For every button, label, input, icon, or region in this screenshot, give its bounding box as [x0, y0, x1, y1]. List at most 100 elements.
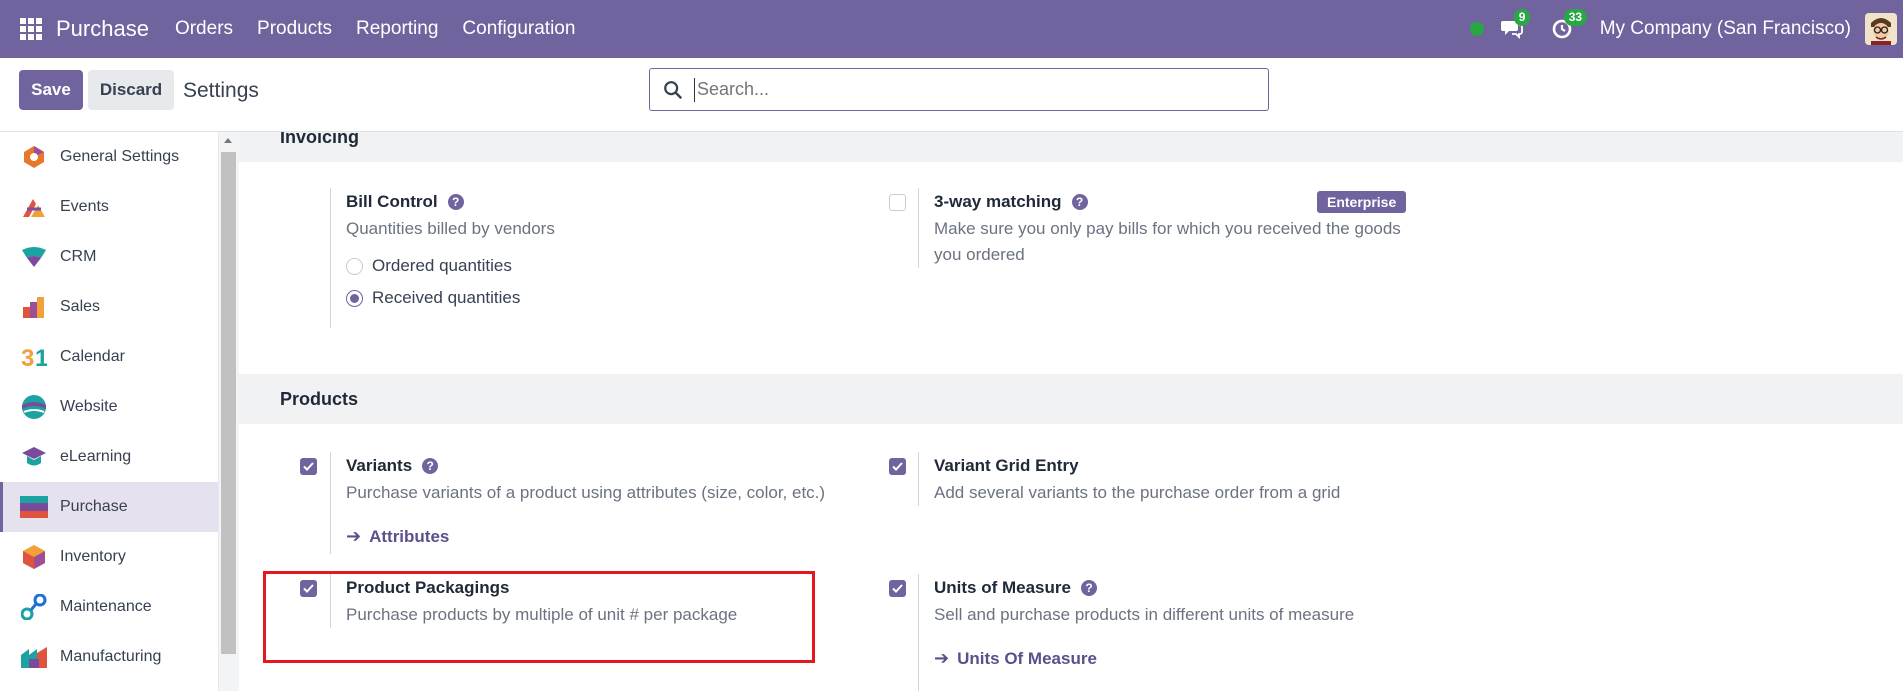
- crm-icon: [20, 243, 48, 271]
- description-line: you ordered: [934, 245, 1025, 264]
- checkbox-variant-grid-entry[interactable]: [889, 458, 906, 475]
- sidebar-item-calendar[interactable]: 31 Calendar: [0, 332, 218, 382]
- inventory-icon: [20, 543, 48, 571]
- sidebar-item-sales[interactable]: Sales: [0, 282, 218, 332]
- search-icon: [664, 80, 683, 99]
- radio-label: Ordered quantities: [372, 256, 512, 275]
- link-label: Units Of Measure: [957, 648, 1097, 668]
- activities-count-badge: 33: [1563, 9, 1588, 26]
- sidebar-item-general-settings[interactable]: General Settings: [0, 132, 218, 182]
- sidebar-item-label: Website: [60, 398, 118, 415]
- checkbox-variants[interactable]: [300, 458, 317, 475]
- svg-text:3: 3: [21, 345, 34, 369]
- sidebar-scrollbar-thumb[interactable]: [221, 152, 236, 654]
- sidebar-item-label: Events: [60, 198, 109, 215]
- app-brand[interactable]: Purchase: [56, 16, 149, 42]
- sidebar-item-label: Inventory: [60, 548, 126, 565]
- setting-variants: Variants? Purchase variants of a product…: [346, 456, 825, 547]
- sidebar-item-label: Maintenance: [60, 598, 152, 615]
- setting-divider: [330, 452, 331, 554]
- setting-units-of-measure: Units of Measure? Sell and purchase prod…: [934, 578, 1354, 669]
- radio-ordered-quantities[interactable]: Ordered quantities: [346, 256, 555, 276]
- enterprise-badge[interactable]: Enterprise: [1317, 191, 1407, 213]
- sidebar-item-label: Manufacturing: [60, 648, 162, 665]
- manufacturing-icon: [20, 643, 48, 671]
- menu-reporting[interactable]: Reporting: [356, 18, 438, 40]
- setting-variant-grid-entry: Variant Grid Entry Add several variants …: [934, 456, 1340, 506]
- sidebar-item-label: Calendar: [60, 348, 125, 365]
- sidebar-item-events[interactable]: Events: [0, 182, 218, 232]
- sidebar-item-purchase[interactable]: Purchase: [0, 482, 218, 532]
- sidebar-item-elearning[interactable]: eLearning: [0, 432, 218, 482]
- link-label: Attributes: [369, 526, 450, 546]
- section-heading-invoicing: Invoicing: [239, 132, 1903, 162]
- sidebar-item-label: Sales: [60, 298, 101, 315]
- setting-description: Add several variants to the purchase ord…: [934, 483, 1341, 502]
- maintenance-icon: [20, 593, 48, 621]
- messages-icon[interactable]: 9: [1500, 9, 1531, 42]
- control-panel: Save Discard Settings: [0, 58, 1903, 132]
- sidebar-item-manufacturing[interactable]: Manufacturing: [0, 632, 218, 682]
- messages-count-badge: 9: [1513, 9, 1531, 26]
- highlight-box: [263, 571, 815, 663]
- sales-icon: [20, 293, 48, 321]
- setting-description: Sell and purchase products in different …: [934, 605, 1355, 624]
- menu-orders[interactable]: Orders: [175, 18, 233, 40]
- radio-button[interactable]: [346, 289, 363, 307]
- attributes-link[interactable]: ➔ Attributes: [346, 526, 825, 547]
- radio-received-quantities[interactable]: Received quantities: [346, 288, 555, 308]
- setting-divider: [918, 452, 919, 506]
- sidebar-item-website[interactable]: Website: [0, 382, 218, 432]
- setting-title: Variants: [346, 456, 413, 475]
- setting-divider: [918, 574, 919, 691]
- units-of-measure-link[interactable]: ➔ Units Of Measure: [934, 648, 1354, 669]
- presence-status-icon: [1469, 22, 1484, 36]
- menu-products[interactable]: Products: [257, 18, 332, 40]
- top-navbar: Purchase Orders Products Reporting Confi…: [0, 0, 1903, 58]
- sidebar-item-label: eLearning: [60, 448, 132, 465]
- help-icon[interactable]: ?: [447, 194, 464, 210]
- events-icon: [20, 193, 48, 221]
- activities-icon[interactable]: 33: [1550, 9, 1588, 42]
- page-title: Settings: [183, 79, 259, 102]
- search-bar[interactable]: [649, 68, 1269, 111]
- radio-label: Received quantities: [372, 288, 521, 307]
- svg-text:1: 1: [35, 345, 47, 369]
- sidebar-item-label: General Settings: [60, 148, 180, 165]
- sidebar-item-maintenance[interactable]: Maintenance: [0, 582, 218, 632]
- sidebar-item-crm[interactable]: CRM: [0, 232, 218, 282]
- setting-description: Quantities billed by vendors: [346, 219, 555, 238]
- calendar-icon: 31: [20, 343, 48, 371]
- user-avatar[interactable]: [1865, 13, 1897, 45]
- save-button[interactable]: Save: [19, 70, 83, 110]
- company-switcher[interactable]: My Company (San Francisco): [1600, 18, 1851, 40]
- scroll-up-arrow-icon[interactable]: [224, 138, 232, 143]
- checkbox-units-of-measure[interactable]: [889, 580, 906, 597]
- arrow-right-icon: ➔: [346, 526, 362, 546]
- menu-configuration[interactable]: Configuration: [462, 18, 575, 40]
- discard-button[interactable]: Discard: [88, 70, 174, 110]
- setting-divider: [918, 188, 919, 268]
- setting-title: 3-way matching: [934, 192, 1062, 211]
- setting-description: Purchase variants of a product using att…: [346, 483, 826, 502]
- help-icon[interactable]: ?: [422, 458, 439, 474]
- apps-menu-icon[interactable]: [20, 18, 42, 40]
- arrow-right-icon: ➔: [934, 648, 950, 668]
- setting-title: Units of Measure: [934, 578, 1071, 597]
- sidebar-item-inventory[interactable]: Inventory: [0, 532, 218, 582]
- help-icon[interactable]: ?: [1071, 194, 1088, 210]
- elearning-icon: [20, 443, 48, 471]
- purchase-icon: [20, 493, 48, 521]
- help-icon[interactable]: ?: [1080, 580, 1097, 596]
- search-input[interactable]: [694, 77, 1268, 102]
- setting-description: Make sure you only pay bills for which y…: [934, 216, 1454, 268]
- radio-button[interactable]: [346, 257, 363, 275]
- section-heading-products: Products: [239, 374, 1903, 424]
- general-settings-icon: [20, 143, 48, 171]
- website-icon: [20, 393, 48, 421]
- description-line: Make sure you only pay bills for which y…: [934, 219, 1401, 238]
- sidebar-item-label: Purchase: [60, 498, 128, 515]
- setting-bill-control: Bill Control? Quantities billed by vendo…: [346, 192, 555, 308]
- checkbox-3-way-matching[interactable]: [889, 194, 906, 211]
- sidebar-item-label: CRM: [60, 248, 97, 265]
